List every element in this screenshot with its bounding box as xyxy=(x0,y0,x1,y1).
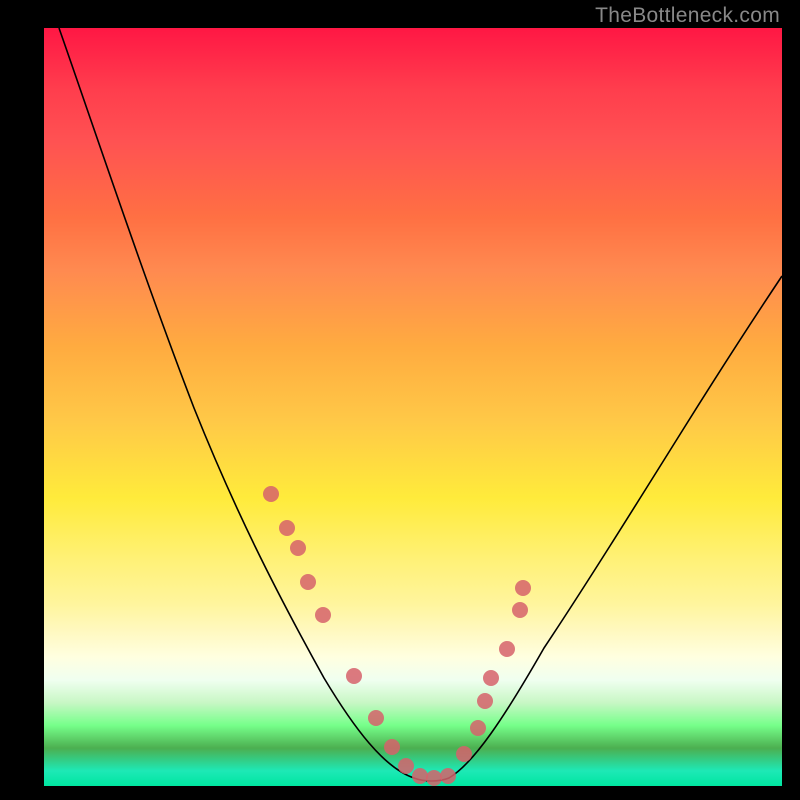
marker-dot xyxy=(412,768,428,784)
marker-dot xyxy=(263,486,279,502)
marker-dot xyxy=(368,710,384,726)
marker-dot xyxy=(499,641,515,657)
chart-container: TheBottleneck.com xyxy=(0,0,800,800)
marker-dot xyxy=(483,670,499,686)
bottleneck-curve xyxy=(59,28,782,781)
frame-right xyxy=(782,0,800,800)
marker-group xyxy=(263,486,531,786)
marker-dot xyxy=(470,720,486,736)
watermark-text: TheBottleneck.com xyxy=(595,4,780,28)
marker-dot xyxy=(512,602,528,618)
marker-dot xyxy=(290,540,306,556)
frame-bottom xyxy=(0,786,800,800)
marker-dot xyxy=(346,668,362,684)
marker-dot xyxy=(477,693,493,709)
marker-dot xyxy=(456,746,472,762)
chart-svg xyxy=(44,28,782,786)
marker-dot xyxy=(300,574,316,590)
marker-dot xyxy=(515,580,531,596)
marker-dot xyxy=(398,758,414,774)
marker-dot xyxy=(384,739,400,755)
marker-dot xyxy=(279,520,295,536)
marker-dot xyxy=(426,770,442,786)
marker-dot xyxy=(440,768,456,784)
frame-left xyxy=(0,0,44,800)
marker-dot xyxy=(315,607,331,623)
